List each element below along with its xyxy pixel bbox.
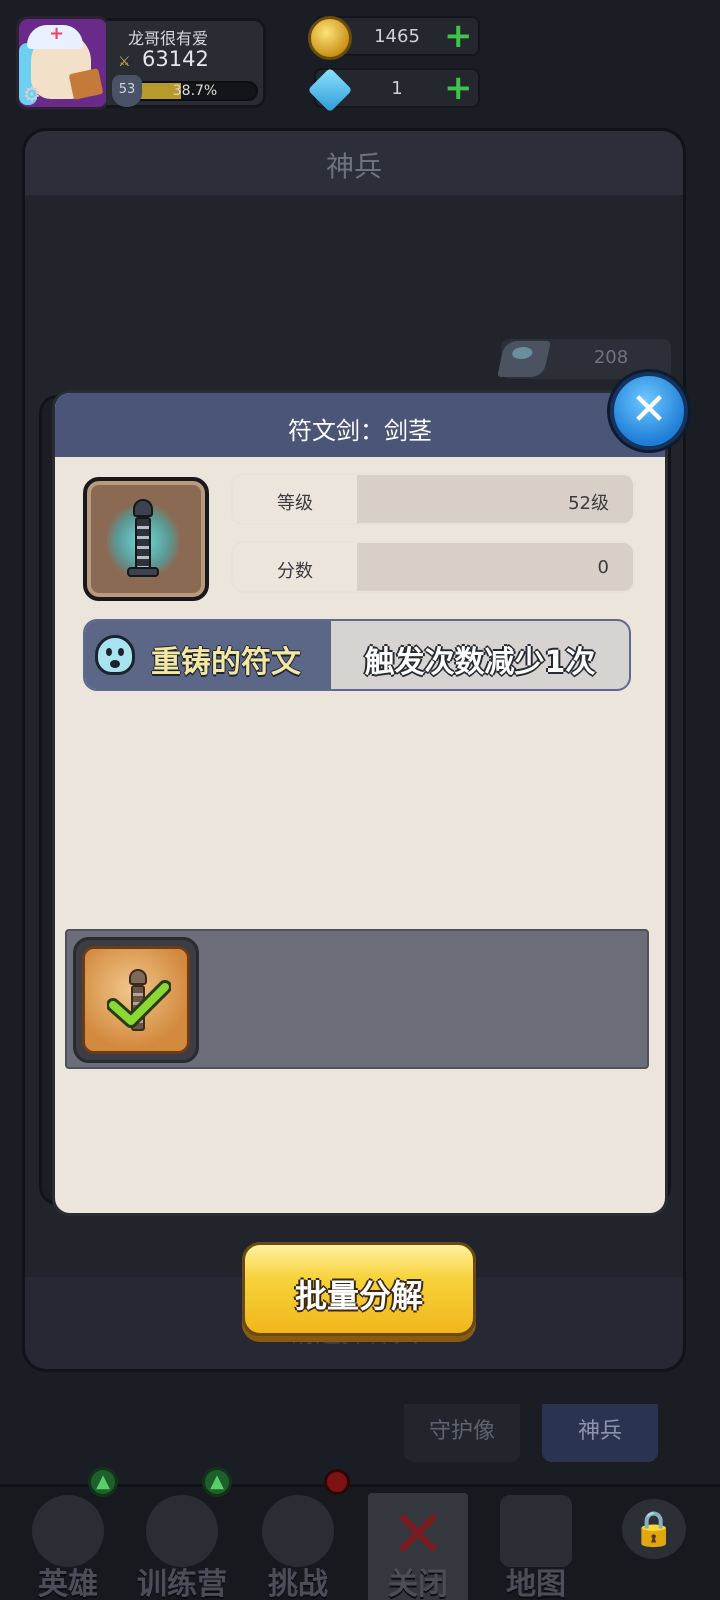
player-info-panel: 龙哥很有爱 ⚔ 63142 53 38.7%	[106, 18, 266, 108]
combat-power: 63142	[142, 47, 209, 71]
nav-training-camp[interactable]: ▲ 训练营	[124, 1467, 240, 1600]
coin-counter: 1465 +	[308, 16, 480, 60]
dialog-title: 符文剑：剑茎	[288, 417, 432, 445]
item-detail-dialog: 符文剑：剑茎 等级 52级 分数 0 重铸的符文 触发次数减少1次	[52, 390, 668, 1216]
sword-shield-icon	[262, 1495, 334, 1567]
diamond-icon	[307, 67, 353, 113]
add-coin-plus-icon[interactable]: +	[444, 19, 473, 53]
ghost-icon	[95, 635, 135, 675]
lock-icon: 🔒	[622, 1499, 686, 1559]
book-icon	[68, 68, 104, 100]
training-target-icon	[146, 1495, 218, 1567]
level-shield-badge: 53	[112, 75, 142, 107]
tab-divine-weapon[interactable]: 神兵	[542, 1404, 658, 1462]
stat-row-level: 等级 52级	[231, 473, 635, 525]
rune-stone-value: 208	[593, 347, 629, 368]
upgrade-arrow-icon: ▲	[88, 1467, 118, 1497]
stat-row-score: 分数 0	[231, 541, 635, 593]
map-scroll-icon	[500, 1495, 572, 1567]
batch-decompose-label: 批量分解	[294, 1277, 423, 1315]
nav-close[interactable]: ✕ 关闭	[368, 1493, 468, 1600]
player-name: 龙哥很有爱	[128, 29, 209, 48]
nav-locked[interactable]: 🔒	[596, 1487, 712, 1600]
exp-percent-text: 38.7%	[172, 83, 218, 99]
panel-header: 神兵	[25, 131, 683, 195]
coin-value: 1465	[374, 26, 420, 47]
close-x-icon: ✕	[630, 384, 668, 435]
nav-training-label: 训练营	[137, 1567, 227, 1600]
stat-label-level: 等级	[277, 493, 313, 514]
checkmark-icon	[107, 980, 171, 1028]
rune-sword-hilt-icon	[127, 499, 159, 579]
batch-decompose-button[interactable]: 批量分解	[242, 1242, 476, 1336]
rune-effect-name: 重铸的符文	[151, 645, 301, 680]
dialog-header: 符文剑：剑茎	[55, 393, 665, 457]
nav-map[interactable]: 地图	[478, 1487, 594, 1600]
nav-challenge[interactable]: 挑战	[240, 1469, 356, 1600]
stat-label-score: 分数	[277, 561, 313, 582]
add-diamond-plus-icon[interactable]: +	[444, 71, 473, 105]
dialog-close-button[interactable]: ✕	[610, 372, 688, 450]
selected-item-slot[interactable]	[73, 937, 199, 1063]
player-avatar[interactable]: ⚙	[16, 16, 110, 110]
rune-effect-description: 触发次数减少1次	[364, 645, 596, 680]
nav-close-label: 关闭	[388, 1567, 448, 1600]
stat-value-level: 52级	[568, 493, 609, 514]
rune-effect-name-cell: 重铸的符文	[85, 621, 331, 689]
nav-challenge-label: 挑战	[268, 1567, 328, 1600]
diamond-counter: 1 +	[307, 67, 480, 113]
bottom-nav: ▲ 英雄 ▲ 训练营 挑战 ✕ 关闭 地图 🔒	[0, 1467, 720, 1600]
coin-icon	[308, 16, 352, 60]
gear-icon[interactable]: ⚙	[21, 83, 43, 105]
panel-title: 神兵	[325, 150, 382, 183]
nurse-hat-icon	[27, 23, 83, 49]
crossed-swords-icon: ⚔	[118, 54, 131, 70]
nav-heroes-label: 英雄	[38, 1567, 98, 1600]
tab-guardian[interactable]: 守护像	[404, 1404, 520, 1462]
rune-effect-row: 重铸的符文 触发次数减少1次	[83, 619, 631, 691]
notification-dot	[324, 1469, 350, 1495]
upgrade-arrow-icon: ▲	[202, 1467, 232, 1497]
exp-progress-bar: 38.7%	[132, 81, 258, 101]
selected-item-frame	[82, 946, 190, 1054]
nav-map-label: 地图	[506, 1567, 566, 1600]
rune-stone-icon	[497, 341, 551, 377]
diamond-value: 1	[391, 78, 403, 99]
nav-heroes[interactable]: ▲ 英雄	[10, 1467, 126, 1600]
heroes-icon	[32, 1495, 104, 1567]
selected-items-bar	[65, 929, 649, 1069]
stat-value-score: 0	[597, 557, 609, 578]
item-slot[interactable]	[83, 477, 209, 601]
